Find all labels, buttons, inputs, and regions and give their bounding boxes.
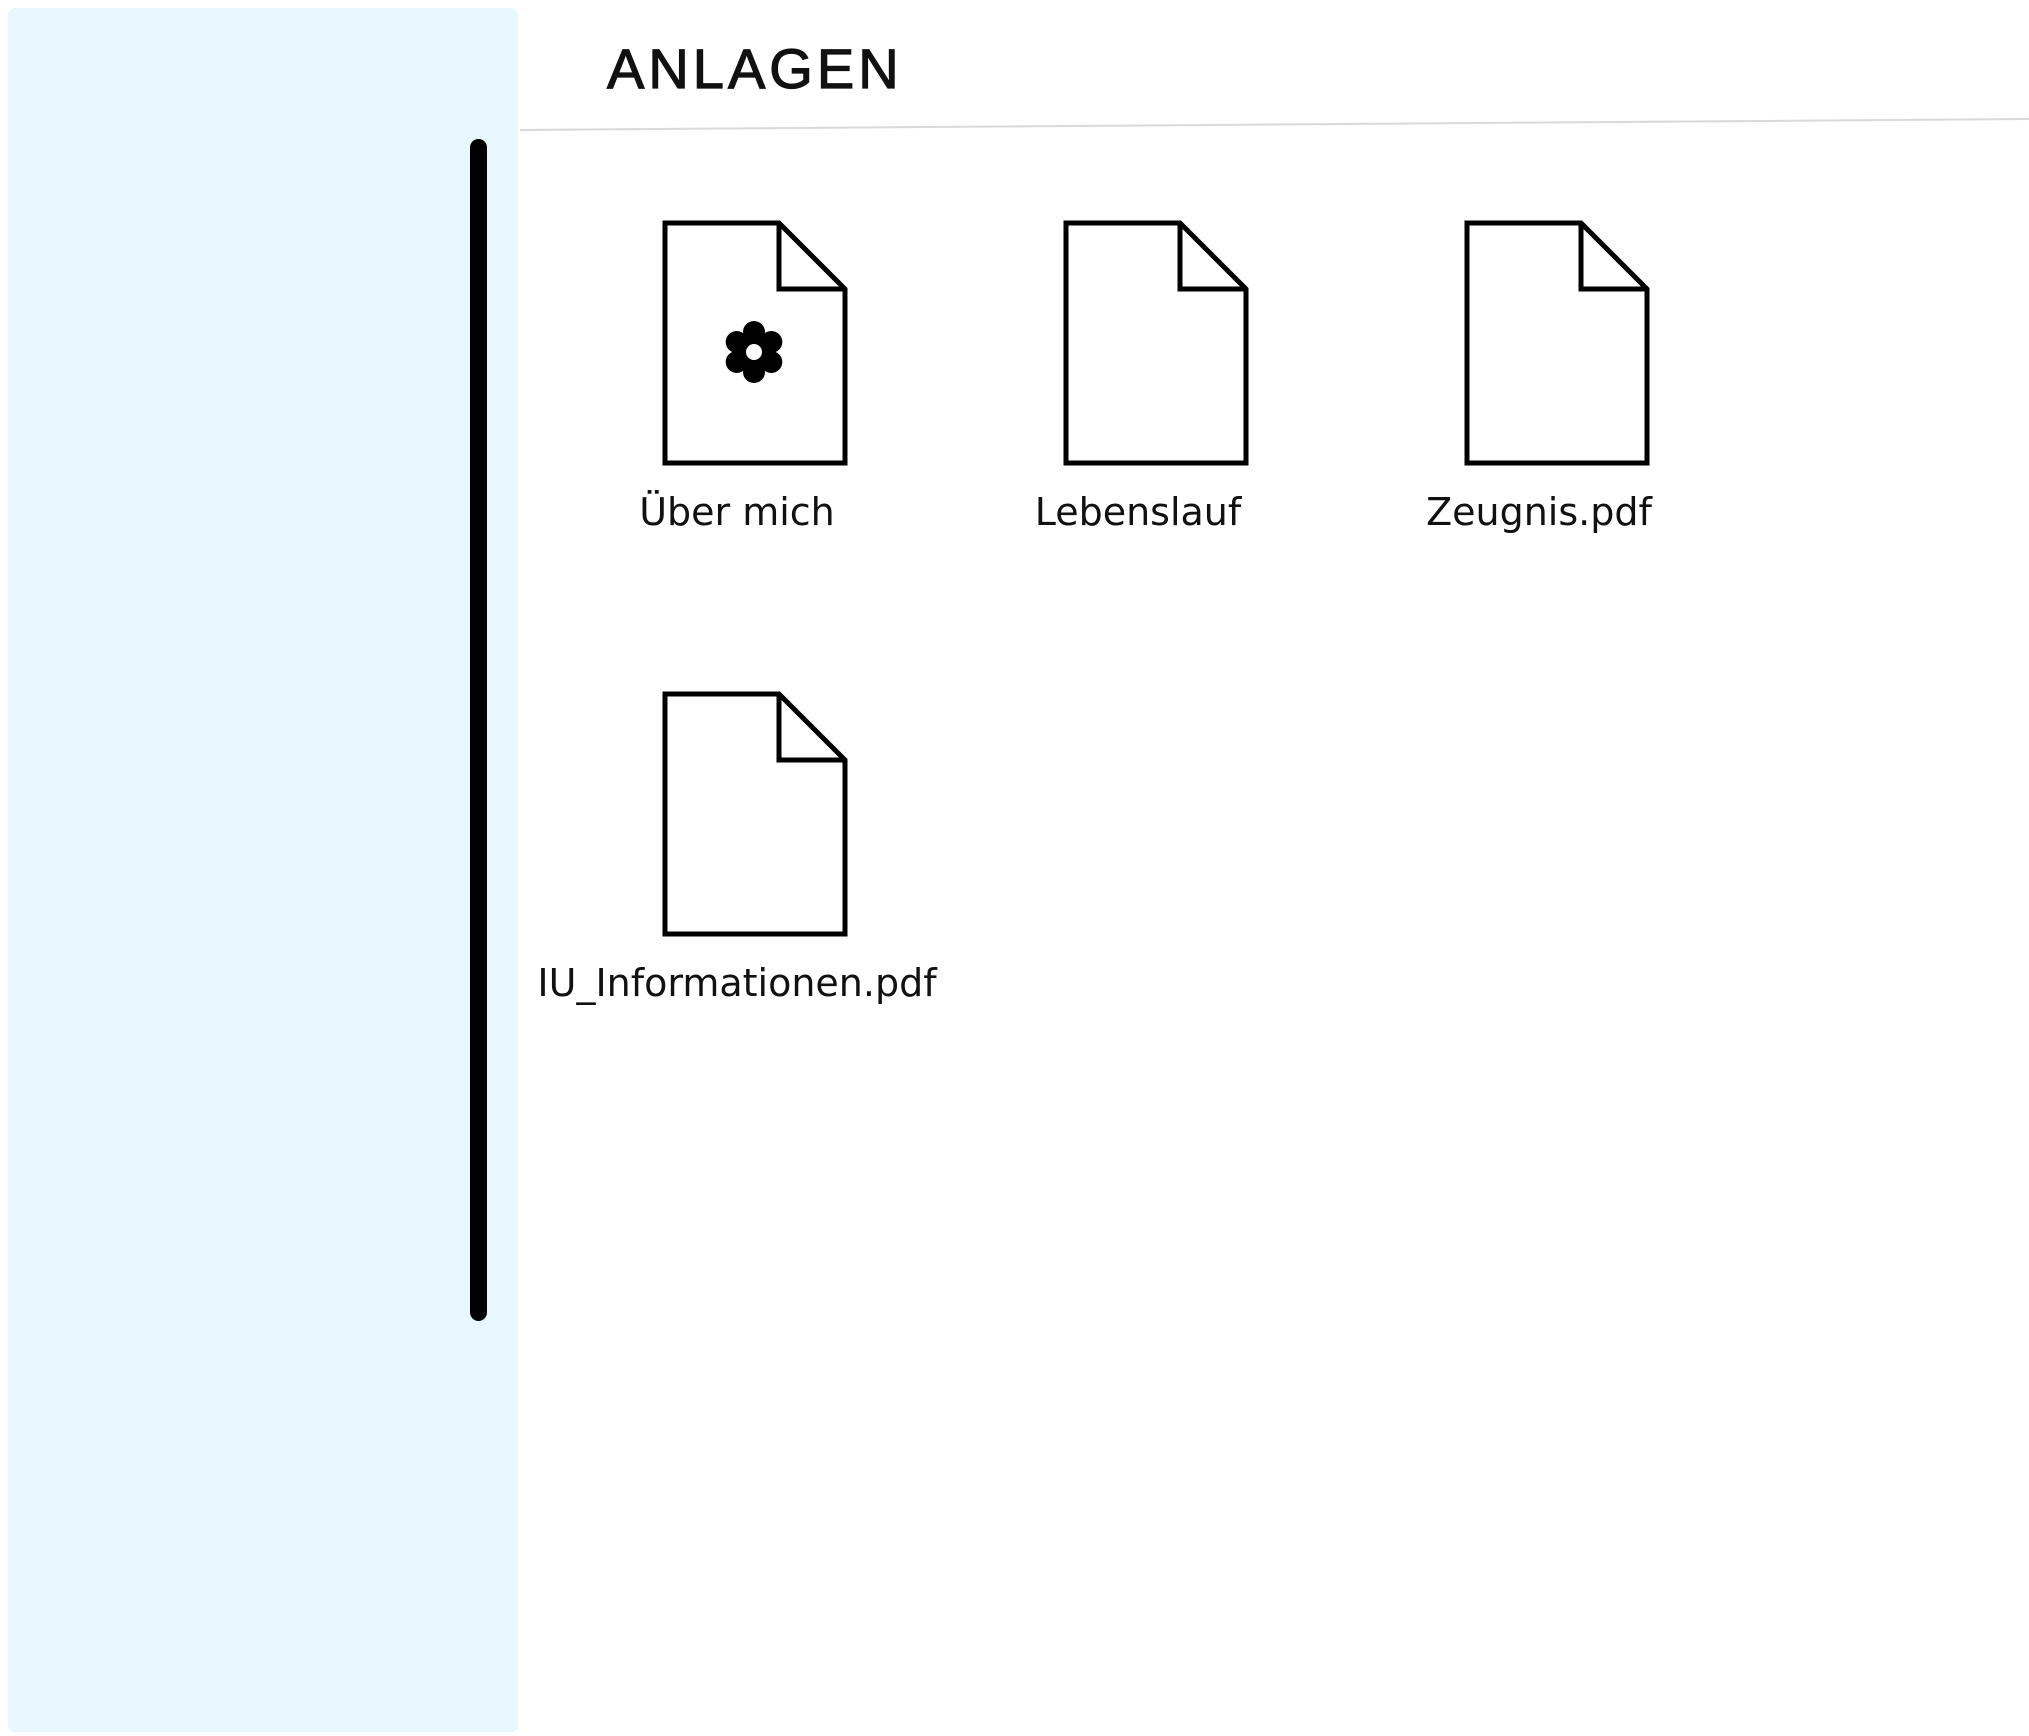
file-name: IU_Informationen.pdf xyxy=(537,961,937,1005)
attachments-window: ANLAGEN Über mich Lebenslauf Zeugnis.pdf… xyxy=(0,0,2029,1736)
file-item-ueber-mich[interactable]: Über mich xyxy=(537,220,937,560)
file-item-iu-informationen[interactable]: IU_Informationen.pdf xyxy=(537,691,937,1031)
file-name: Lebenslauf xyxy=(1034,490,1242,534)
sidebar-panel xyxy=(8,8,518,1732)
document-icon xyxy=(537,691,937,951)
file-name: Über mich xyxy=(639,490,835,534)
document-icon xyxy=(938,220,1338,480)
file-item-lebenslauf[interactable]: Lebenslauf xyxy=(938,220,1338,560)
file-name: Zeugnis.pdf xyxy=(1426,490,1652,534)
sidebar-scrollbar[interactable] xyxy=(470,139,487,1321)
page-title: ANLAGEN xyxy=(606,36,903,100)
file-item-zeugnis[interactable]: Zeugnis.pdf xyxy=(1339,220,1739,560)
document-icon xyxy=(1339,220,1739,480)
document-flower-icon xyxy=(537,220,937,480)
